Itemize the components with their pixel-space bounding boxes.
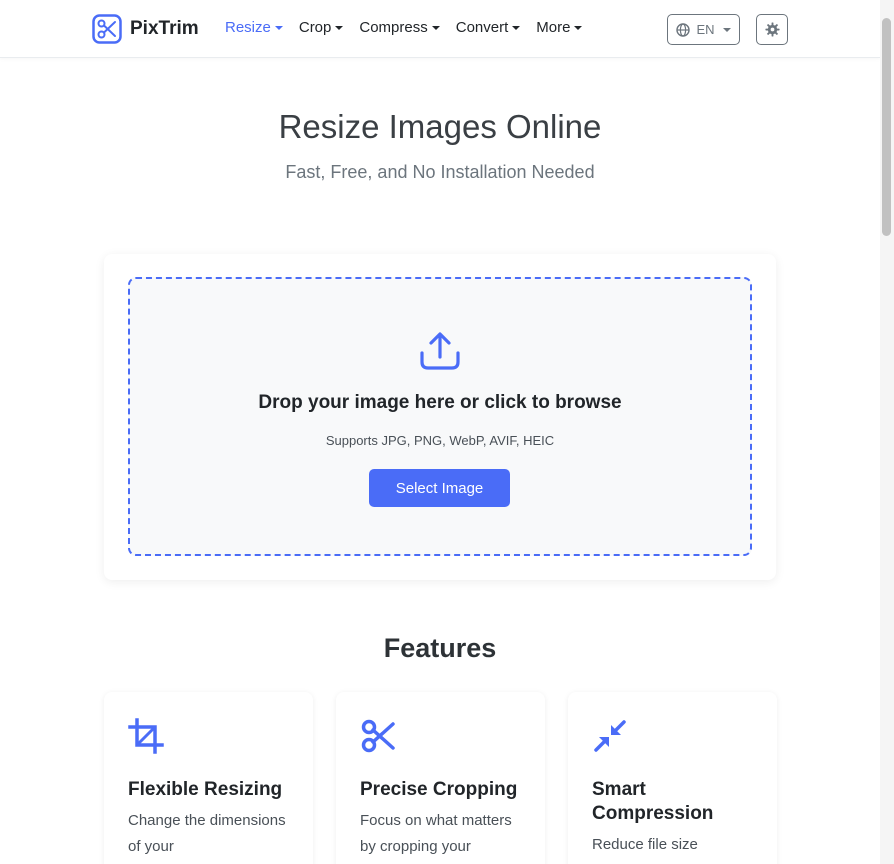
- gear-icon: [764, 22, 780, 37]
- caret-down-icon: [574, 25, 583, 30]
- drop-zone-title: Drop your image here or click to browse: [258, 392, 622, 413]
- nav-item-label: Convert: [455, 19, 509, 36]
- nav-item-resize[interactable]: Resize: [225, 19, 283, 36]
- compress-arrows-icon: [594, 720, 626, 752]
- select-image-button[interactable]: Select Image: [369, 469, 510, 507]
- caret-down-icon: [431, 25, 440, 30]
- upload-icon: [420, 332, 460, 370]
- settings-button[interactable]: [756, 14, 788, 45]
- nav-item-label: Crop: [298, 19, 332, 36]
- supported-formats: Supports JPG, PNG, WebP, AVIF, HEIC: [325, 433, 555, 448]
- feature-card-resizing: Flexible Resizing Change the dimensions …: [104, 692, 313, 864]
- scissors-logo-icon: [92, 14, 122, 44]
- nav-item-label: More: [536, 19, 571, 36]
- caret-down-icon: [722, 27, 731, 32]
- page-subtitle: Fast, Free, and No Installation Needed: [285, 162, 595, 182]
- scissors-icon: [361, 719, 395, 753]
- caret-down-icon: [335, 25, 344, 30]
- feature-description: Change the dimensions of your: [128, 812, 286, 855]
- nav-item-crop[interactable]: Crop: [299, 19, 344, 36]
- feature-card-cropping: Precise Cropping Focus on what matters b…: [336, 692, 545, 864]
- nav-item-label: Compress: [359, 19, 428, 36]
- nav-item-compress[interactable]: Compress: [359, 19, 440, 36]
- feature-title: Precise Cropping: [360, 779, 518, 800]
- nav-item-more[interactable]: More: [536, 19, 583, 36]
- brand-name: PixTrim: [130, 18, 199, 39]
- nav-item-convert[interactable]: Convert: [456, 19, 521, 36]
- caret-down-icon: [274, 25, 283, 30]
- feature-title: Smart Compression: [592, 779, 714, 824]
- crop-icon: [128, 718, 164, 754]
- nav-item-label: Resize: [225, 19, 271, 36]
- navbar: PixTrim Resize Crop Compress Convert Mor…: [0, 0, 880, 58]
- language-label: EN: [696, 22, 715, 37]
- page-title: Resize Images Online: [278, 108, 602, 145]
- language-dropdown-button[interactable]: EN: [667, 14, 740, 45]
- brand-logo[interactable]: PixTrim: [92, 14, 199, 44]
- main-nav: Resize Crop Compress Convert More: [225, 19, 583, 36]
- feature-description: Reduce file size: [592, 836, 698, 853]
- feature-description: Focus on what matters by cropping your: [360, 812, 512, 855]
- scrollbar-thumb[interactable]: [882, 18, 891, 236]
- image-drop-zone[interactable]: [128, 277, 752, 556]
- feature-card-compression: Smart Compression Reduce file size: [568, 692, 777, 864]
- features-heading: Features: [383, 633, 497, 663]
- feature-title: Flexible Resizing: [128, 779, 283, 800]
- caret-down-icon: [512, 25, 521, 30]
- globe-icon: [676, 22, 691, 37]
